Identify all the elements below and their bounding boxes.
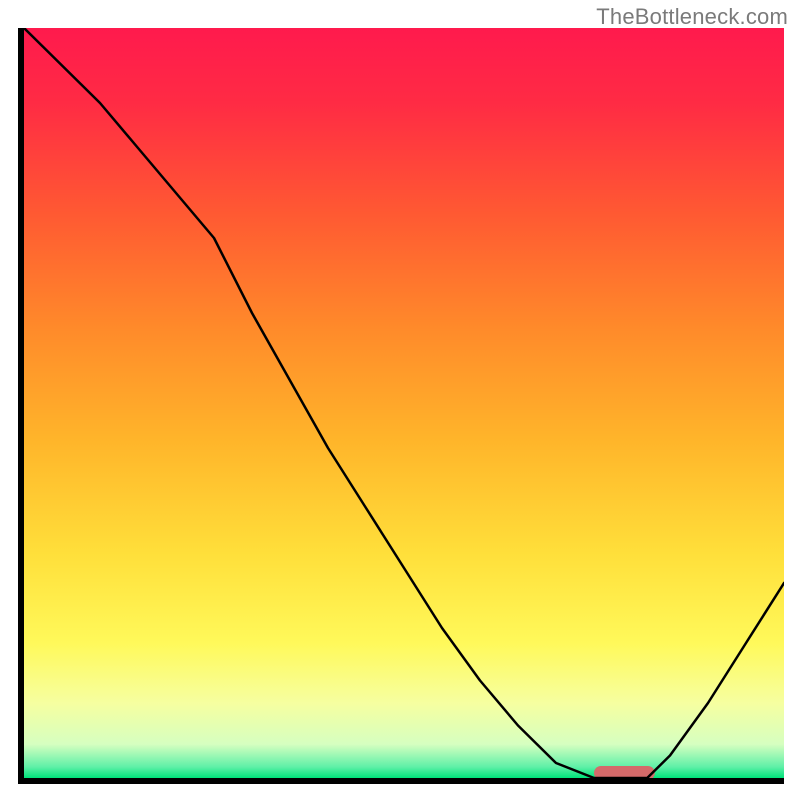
watermark-text: TheBottleneck.com	[596, 4, 788, 30]
chart-container	[18, 28, 784, 784]
chart-background	[24, 28, 784, 778]
chart-svg	[18, 28, 784, 784]
